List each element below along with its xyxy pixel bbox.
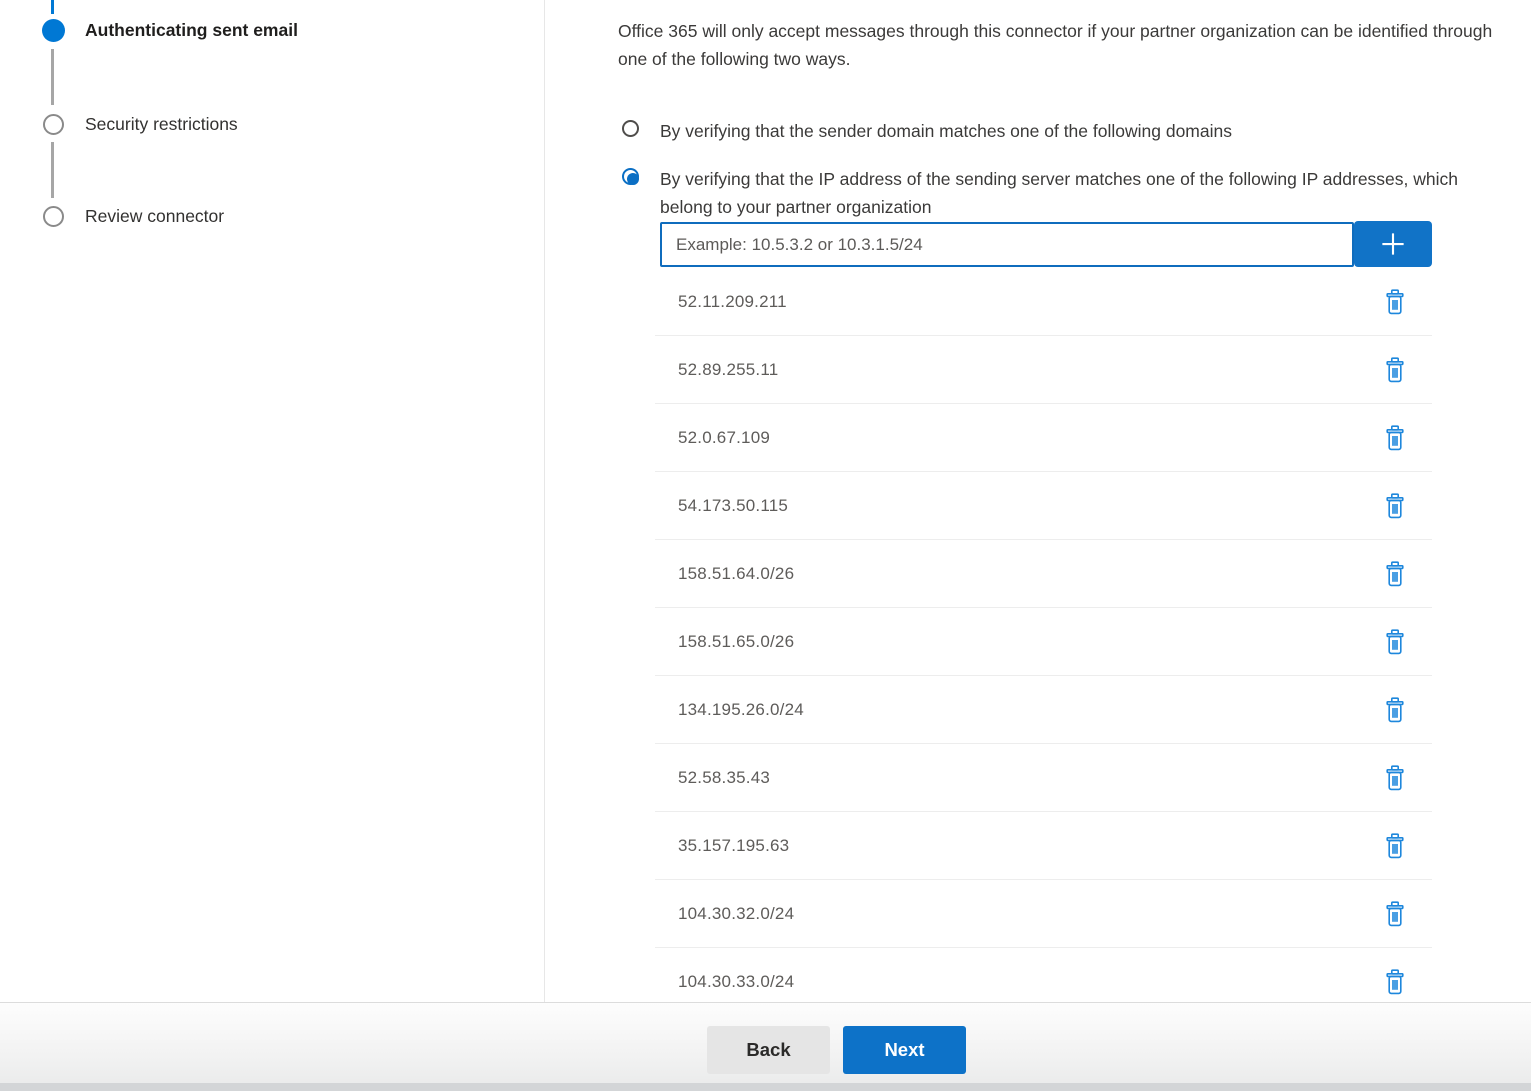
- ip-row: 134.195.26.0/24: [655, 676, 1432, 744]
- ip-row: 104.30.32.0/24: [655, 880, 1432, 948]
- bottom-edge-strip: [0, 1083, 1531, 1091]
- option-verify-sender-domain-label: By verifying that the sender domain matc…: [660, 117, 1500, 145]
- option-verify-sender-domain[interactable]: By verifying that the sender domain matc…: [622, 117, 1500, 145]
- delete-ip-button[interactable]: [1382, 423, 1408, 453]
- trash-icon: [1384, 425, 1406, 451]
- trash-icon: [1384, 697, 1406, 723]
- ip-address: 104.30.33.0/24: [678, 972, 794, 992]
- ip-row: 52.89.255.11: [655, 336, 1432, 404]
- ip-address: 35.157.195.63: [678, 836, 789, 856]
- ip-row: 54.173.50.115: [655, 472, 1432, 540]
- radio-selected-icon[interactable]: [622, 168, 639, 185]
- trash-icon: [1384, 629, 1406, 655]
- intro-text: Office 365 will only accept messages thr…: [618, 17, 1526, 73]
- delete-ip-button[interactable]: [1382, 355, 1408, 385]
- delete-ip-button[interactable]: [1382, 831, 1408, 861]
- ip-row: 35.157.195.63: [655, 812, 1432, 880]
- delete-ip-button[interactable]: [1382, 899, 1408, 929]
- delete-ip-button[interactable]: [1382, 967, 1408, 997]
- ip-row: 52.0.67.109: [655, 404, 1432, 472]
- trash-icon: [1384, 493, 1406, 519]
- trash-icon: [1384, 561, 1406, 587]
- ip-row: 52.11.209.211: [655, 268, 1432, 336]
- trash-icon: [1384, 765, 1406, 791]
- back-button[interactable]: Back: [707, 1026, 830, 1074]
- ip-row: 158.51.64.0/26: [655, 540, 1432, 608]
- ip-row: 158.51.65.0/26: [655, 608, 1432, 676]
- next-button[interactable]: Next: [843, 1026, 966, 1074]
- ip-row: 52.58.35.43: [655, 744, 1432, 812]
- ip-address: 134.195.26.0/24: [678, 700, 804, 720]
- trash-icon: [1384, 901, 1406, 927]
- ip-address: 158.51.65.0/26: [678, 632, 794, 652]
- delete-ip-button[interactable]: [1382, 559, 1408, 589]
- delete-ip-button[interactable]: [1382, 491, 1408, 521]
- option-verify-ip-address[interactable]: By verifying that the IP address of the …: [622, 165, 1485, 221]
- ip-address: 52.89.255.11: [678, 360, 778, 380]
- ip-address-input[interactable]: [660, 222, 1354, 267]
- plus-icon: [1378, 229, 1408, 259]
- trash-icon: [1384, 357, 1406, 383]
- trash-icon: [1384, 833, 1406, 859]
- ip-address: 54.173.50.115: [678, 496, 788, 516]
- ip-address-list: 52.11.209.211 52.89.255.11 52.0.67.109: [655, 268, 1432, 1002]
- wizard-footer: Back Next: [0, 1002, 1531, 1091]
- radio-unselected-icon[interactable]: [622, 120, 639, 137]
- ip-row: 104.30.33.0/24: [655, 948, 1432, 1002]
- authenticating-sent-email-panel: Office 365 will only accept messages thr…: [0, 0, 1531, 1002]
- delete-ip-button[interactable]: [1382, 763, 1408, 793]
- option-verify-ip-address-label: By verifying that the IP address of the …: [660, 165, 1485, 221]
- delete-ip-button[interactable]: [1382, 695, 1408, 725]
- delete-ip-button[interactable]: [1382, 287, 1408, 317]
- trash-icon: [1384, 969, 1406, 995]
- ip-address: 158.51.64.0/26: [678, 564, 794, 584]
- ip-address: 104.30.32.0/24: [678, 904, 794, 924]
- ip-address: 52.58.35.43: [678, 768, 770, 788]
- ip-address: 52.11.209.211: [678, 292, 787, 312]
- add-ip-button[interactable]: [1354, 221, 1432, 267]
- ip-address: 52.0.67.109: [678, 428, 770, 448]
- trash-icon: [1384, 289, 1406, 315]
- delete-ip-button[interactable]: [1382, 627, 1408, 657]
